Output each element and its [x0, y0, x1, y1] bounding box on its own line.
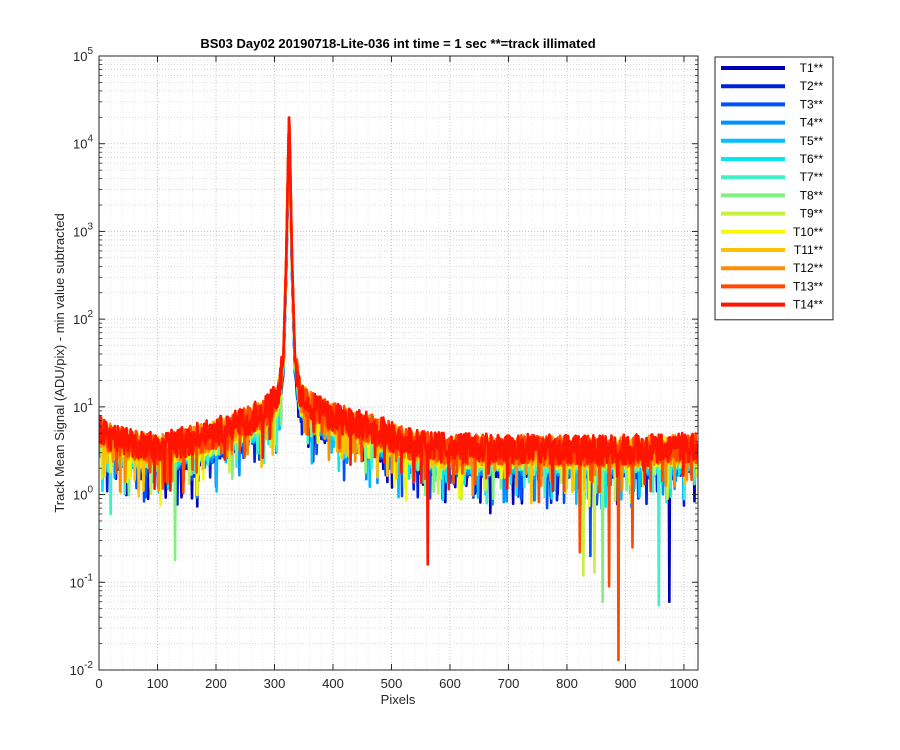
x-tick-label: 200: [205, 676, 227, 691]
legend-label: T13**: [793, 279, 823, 293]
x-tick-label: 0: [95, 676, 102, 691]
legend-label: T2**: [800, 79, 824, 93]
legend-label: T11**: [794, 243, 823, 257]
y-axis-label: Track Mean Signal (ADU/pix) - min value …: [52, 213, 67, 512]
legend-label: T7**: [800, 170, 824, 184]
x-tick-label: 100: [147, 676, 169, 691]
legend-label: T4**: [800, 116, 824, 130]
x-axis-label: Pixels: [381, 692, 416, 707]
x-tick-label: 800: [556, 676, 578, 691]
legend-label: T6**: [800, 152, 824, 166]
x-tick-label: 500: [381, 676, 403, 691]
x-tick-label: 400: [322, 676, 344, 691]
legend-label: T8**: [800, 188, 824, 202]
legend-label: T14**: [793, 298, 823, 312]
legend-label: T10**: [793, 225, 823, 239]
legend-label: T9**: [800, 207, 824, 221]
legend-label: T12**: [793, 261, 823, 275]
legend-label: T1**: [800, 61, 824, 75]
x-tick-label: 1000: [670, 676, 699, 691]
legend-label: T5**: [800, 134, 824, 148]
legend: T1** T2** T3** T4** T5** T6** T7** T8** T9** T10*…: [714, 56, 834, 321]
x-tick-label: 900: [615, 676, 637, 691]
x-tick-label: 300: [264, 676, 286, 691]
chart-title: BS03 Day02 20190718-Lite-036 int time = …: [200, 36, 595, 51]
chart-canvas: 0 100 200 300 400 500 600 700 800 900 100010-210-1…: [0, 0, 900, 750]
x-tick-label: 700: [498, 676, 520, 691]
legend-label: T3**: [800, 97, 824, 111]
x-tick-label: 600: [439, 676, 461, 691]
